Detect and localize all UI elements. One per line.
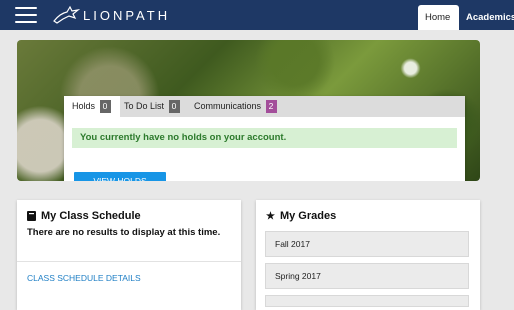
hamburger-menu-icon[interactable] xyxy=(15,7,37,23)
tab-communications-label: Communications xyxy=(194,101,262,111)
lionpath-logo[interactable]: LIONPATH xyxy=(52,3,170,27)
class-schedule-title: My Class Schedule xyxy=(27,210,141,222)
term-row[interactable] xyxy=(265,295,469,307)
to-do-count-badge: 0 xyxy=(168,100,180,114)
holds-card-tabs: Holds 0 To Do List 0 Communications 2 xyxy=(64,96,465,117)
tab-holds-label: Holds xyxy=(72,101,96,111)
class-schedule-details-link[interactable]: CLASS SCHEDULE DETAILS xyxy=(27,273,141,283)
lion-logo-icon xyxy=(53,5,80,24)
tab-communications[interactable]: Communications 2 xyxy=(186,96,314,117)
no-results-message: There are no results to display at this … xyxy=(27,227,221,238)
divider xyxy=(17,261,241,262)
tab-home[interactable]: Home xyxy=(418,5,459,30)
tab-to-do-list[interactable]: To Do List 0 xyxy=(116,96,196,117)
logo-text: LIONPATH xyxy=(83,7,171,23)
hero-banner-image: Holds 0 To Do List 0 Communications 2 Yo… xyxy=(17,40,480,181)
term-spring-2017[interactable]: Spring 2017 xyxy=(265,263,469,289)
holds-card: Holds 0 To Do List 0 Communications 2 Yo… xyxy=(64,96,465,181)
tab-holds[interactable]: Holds 0 xyxy=(64,96,120,117)
grades-title: ★ My Grades xyxy=(266,210,336,222)
term-fall-2017[interactable]: Fall 2017 xyxy=(265,231,469,257)
top-navigation-bar: LIONPATH Home Academics xyxy=(0,0,514,30)
no-holds-message: You currently have no holds on your acco… xyxy=(72,128,457,148)
communications-count-badge: 2 xyxy=(265,100,277,114)
holds-count-badge: 0 xyxy=(99,100,111,114)
view-holds-button[interactable]: VIEW HOLDS xyxy=(74,172,166,181)
class-schedule-title-text: My Class Schedule xyxy=(41,210,141,222)
class-schedule-panel: My Class Schedule There are no results t… xyxy=(17,200,241,310)
grades-panel: ★ My Grades Fall 2017 Spring 2017 xyxy=(256,200,480,310)
tab-academics[interactable]: Academics xyxy=(459,5,514,30)
schedule-icon xyxy=(27,211,36,221)
grades-title-text: My Grades xyxy=(279,210,337,222)
star-icon: ★ xyxy=(266,210,275,222)
tab-to-do-list-label: To Do List xyxy=(124,101,165,111)
